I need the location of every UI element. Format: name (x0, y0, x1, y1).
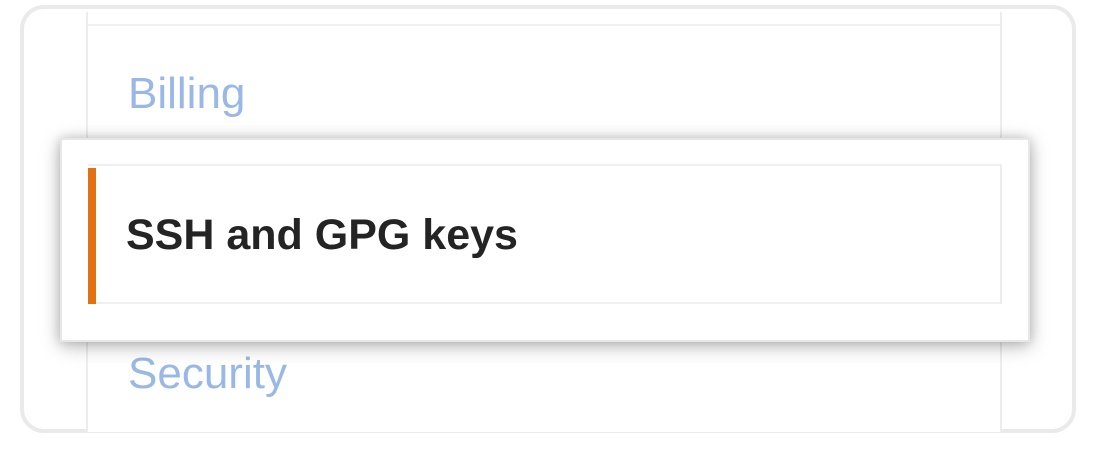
sidebar-item-label: SSH and GPG keys (126, 211, 518, 259)
selected-item-accent-bar (88, 168, 96, 304)
sidebar-item-security[interactable]: Security (128, 352, 287, 396)
highlighted-menu-card: SSH and GPG keys (60, 138, 1030, 342)
sidebar-item-ssh-gpg-keys[interactable]: SSH and GPG keys (88, 164, 1002, 304)
sidebar-item-billing[interactable]: Billing (128, 72, 245, 116)
menu-divider-top (88, 24, 1000, 26)
